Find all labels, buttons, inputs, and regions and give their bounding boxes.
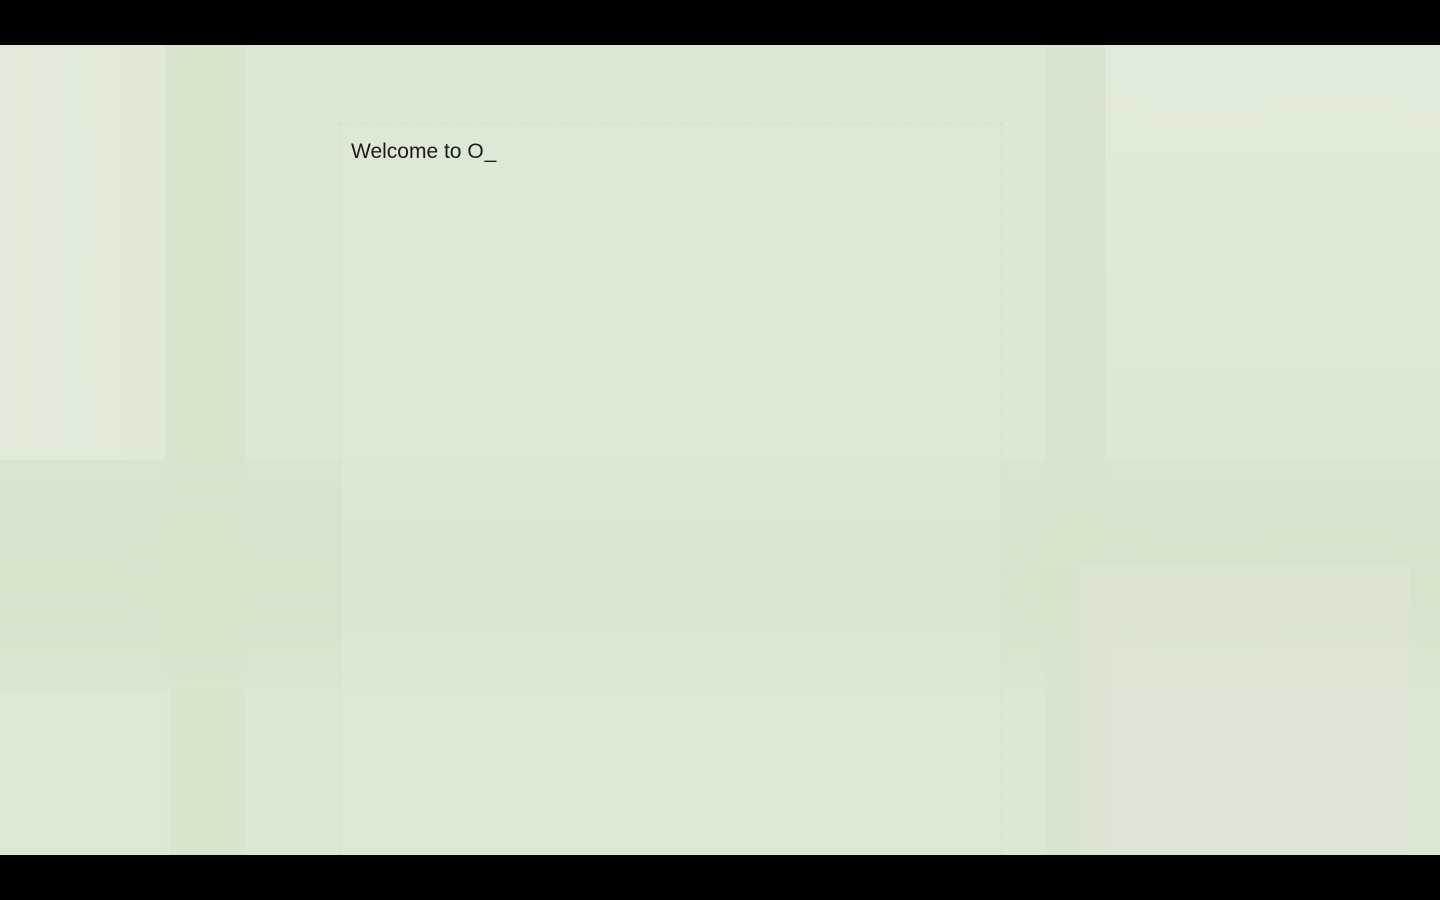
letterbox-top (0, 0, 1440, 45)
text-area[interactable] (340, 123, 1002, 855)
text-cursor: _ (484, 140, 497, 163)
typed-text: Welcome to O (351, 140, 484, 163)
background-band (165, 45, 245, 855)
letterbox-bottom (0, 855, 1440, 900)
background-band (0, 45, 165, 460)
background-band (0, 690, 170, 855)
background-band (1080, 565, 1410, 855)
typed-text-line[interactable]: Welcome to O_ (351, 140, 496, 164)
screen: Welcome to O_ (0, 45, 1440, 855)
